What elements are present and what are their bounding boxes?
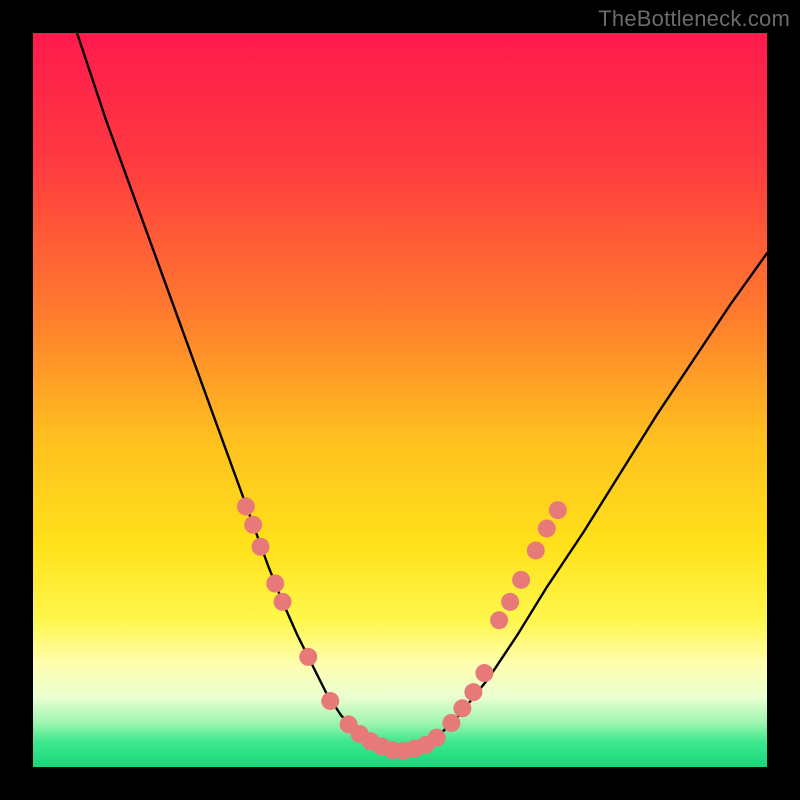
highlight-dot xyxy=(237,497,255,515)
highlight-dot xyxy=(453,699,471,717)
highlight-dot xyxy=(538,519,556,537)
highlight-dot xyxy=(512,571,530,589)
highlight-dot xyxy=(266,575,284,593)
highlight-dot xyxy=(442,714,460,732)
highlight-dot xyxy=(527,541,545,559)
highlight-dot xyxy=(549,501,567,519)
highlight-dot xyxy=(274,593,292,611)
highlight-dot xyxy=(321,692,339,710)
watermark-label: TheBottleneck.com xyxy=(598,6,790,32)
plot-area xyxy=(33,33,767,767)
chart-container: TheBottleneck.com xyxy=(0,0,800,800)
gradient-backdrop xyxy=(33,33,767,767)
highlight-dot xyxy=(501,593,519,611)
highlight-dot xyxy=(252,538,270,556)
highlight-dot xyxy=(299,648,317,666)
highlight-dot xyxy=(464,683,482,701)
chart-svg xyxy=(33,33,767,767)
highlight-dot xyxy=(490,611,508,629)
highlight-dot xyxy=(244,516,262,534)
highlight-dot xyxy=(428,729,446,747)
highlight-dot xyxy=(475,664,493,682)
